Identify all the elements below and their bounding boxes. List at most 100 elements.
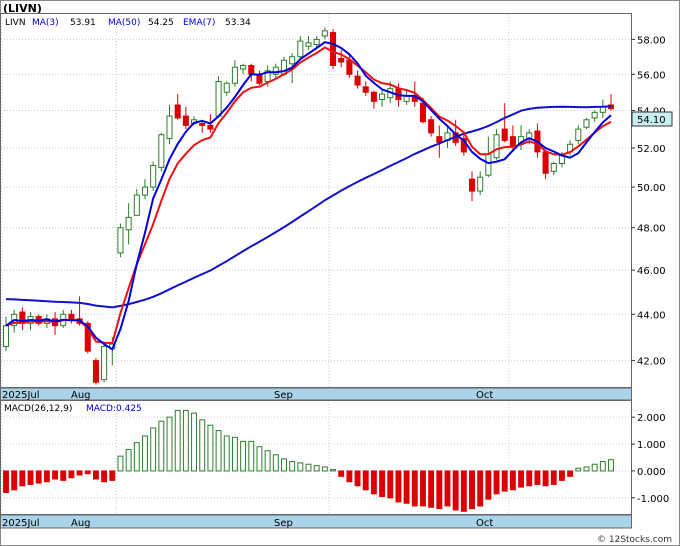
macd-bar bbox=[109, 470, 116, 481]
macd-bar bbox=[338, 470, 345, 477]
candle-body bbox=[591, 111, 598, 119]
candle-body bbox=[379, 93, 386, 101]
stock-chart: (LIVN) 58.0056.0054.0052.0050.0048.0046.… bbox=[0, 0, 680, 546]
candle-body bbox=[289, 56, 296, 65]
macd-bar bbox=[542, 470, 549, 487]
legend-ma50: MA(50) bbox=[108, 18, 140, 28]
macd-bar bbox=[191, 412, 197, 472]
macd-x-label-aug: Aug bbox=[71, 518, 91, 529]
macd-bar bbox=[436, 470, 443, 510]
macd-bar bbox=[346, 470, 353, 483]
candle-body bbox=[125, 216, 132, 231]
candle-body bbox=[272, 66, 279, 75]
macd-bar bbox=[76, 470, 83, 476]
footer-credit: © 12Stocks.com bbox=[597, 535, 672, 545]
macd-bar bbox=[150, 427, 157, 472]
macd-bar bbox=[272, 454, 279, 472]
macd-bar bbox=[608, 459, 614, 472]
price-tick-label: 42.00 bbox=[637, 357, 666, 368]
macd-bar bbox=[321, 466, 328, 472]
macd-bar bbox=[526, 470, 533, 487]
macd-bar bbox=[35, 470, 42, 484]
macd-bar bbox=[477, 470, 484, 507]
macd-bar bbox=[501, 470, 508, 492]
macd-bar bbox=[313, 465, 320, 472]
macd-bar bbox=[142, 435, 148, 472]
macd-bar bbox=[223, 435, 230, 472]
macd-bar bbox=[60, 470, 67, 481]
price-x-label-jul: 2025Jul bbox=[2, 390, 40, 401]
macd-bar bbox=[485, 470, 492, 500]
candle bbox=[158, 132, 165, 172]
macd-bar bbox=[297, 462, 304, 472]
candle bbox=[117, 223, 124, 258]
macd-bar bbox=[182, 409, 189, 472]
macd-tick-label: -1.000 bbox=[637, 494, 669, 505]
price-plot-area bbox=[0, 13, 632, 388]
macd-bar bbox=[248, 440, 255, 472]
macd-bar bbox=[370, 470, 377, 495]
legend-ema7-value: 53.34 bbox=[225, 18, 251, 28]
candle-body bbox=[248, 64, 255, 75]
macd-bar bbox=[207, 424, 214, 472]
candle-body bbox=[2, 325, 10, 347]
price-panel: 58.0056.0054.0052.0050.0048.0046.0044.00… bbox=[0, 13, 673, 388]
candle-body bbox=[133, 194, 140, 216]
macd-bar bbox=[43, 470, 50, 483]
macd-bar bbox=[591, 463, 598, 472]
macd-bar bbox=[52, 470, 59, 480]
candle-body bbox=[150, 164, 157, 188]
candle-body bbox=[231, 66, 238, 84]
macd-value: MACD:0.425 bbox=[86, 404, 142, 414]
ticker-label: LIVN bbox=[5, 18, 26, 28]
candle-body bbox=[313, 38, 320, 46]
macd-bar bbox=[3, 470, 9, 493]
macd-x-label-jul: 2025Jul bbox=[2, 518, 40, 529]
candle-body bbox=[174, 104, 181, 119]
price-x-label-oct: Oct bbox=[476, 390, 493, 401]
macd-bar bbox=[19, 470, 26, 487]
candle-body bbox=[493, 134, 500, 159]
macd-tick-label: 1.000 bbox=[637, 440, 666, 451]
macd-bar bbox=[199, 419, 206, 472]
candle-body bbox=[297, 40, 304, 58]
macd-bar bbox=[362, 470, 369, 491]
macd-bar bbox=[133, 442, 140, 472]
macd-x-axis: 2025Jul Aug Sep Oct bbox=[0, 514, 632, 529]
macd-bar bbox=[599, 461, 606, 472]
macd-bar bbox=[231, 436, 238, 472]
candle-body bbox=[215, 80, 222, 117]
candle-body bbox=[68, 313, 75, 320]
macd-bar bbox=[84, 470, 91, 475]
candle-body bbox=[166, 115, 173, 140]
macd-bar bbox=[11, 470, 18, 491]
candle bbox=[101, 341, 108, 383]
price-x-axis-bar bbox=[0, 387, 632, 401]
candle-body bbox=[485, 153, 492, 176]
price-tick-label: 50.00 bbox=[637, 183, 666, 194]
macd-bar bbox=[403, 470, 410, 504]
macd-bar bbox=[354, 470, 361, 487]
macd-bar bbox=[575, 467, 582, 472]
macd-bar bbox=[452, 470, 459, 511]
macd-x-axis-bar bbox=[0, 514, 632, 529]
candle-body bbox=[542, 151, 549, 174]
macd-bar bbox=[158, 420, 165, 472]
legend-ma3-value: 53.91 bbox=[70, 18, 96, 28]
macd-bar bbox=[289, 461, 296, 472]
candle-body bbox=[346, 59, 353, 75]
macd-bar bbox=[305, 463, 312, 472]
candle-body bbox=[321, 30, 328, 37]
candle-body bbox=[354, 75, 361, 86]
candle-body bbox=[436, 136, 443, 143]
macd-bar bbox=[240, 440, 247, 472]
price-tick-label: 48.00 bbox=[637, 224, 666, 235]
candle-body bbox=[362, 86, 369, 93]
macd-bar bbox=[281, 458, 287, 472]
candle-body bbox=[141, 186, 149, 196]
candle-body bbox=[550, 162, 557, 172]
price-tick-label: 56.00 bbox=[637, 70, 666, 81]
macd-bar bbox=[534, 470, 541, 485]
price-x-axis: 2025Jul Aug Sep Oct bbox=[0, 387, 632, 401]
macd-bar bbox=[395, 470, 402, 503]
